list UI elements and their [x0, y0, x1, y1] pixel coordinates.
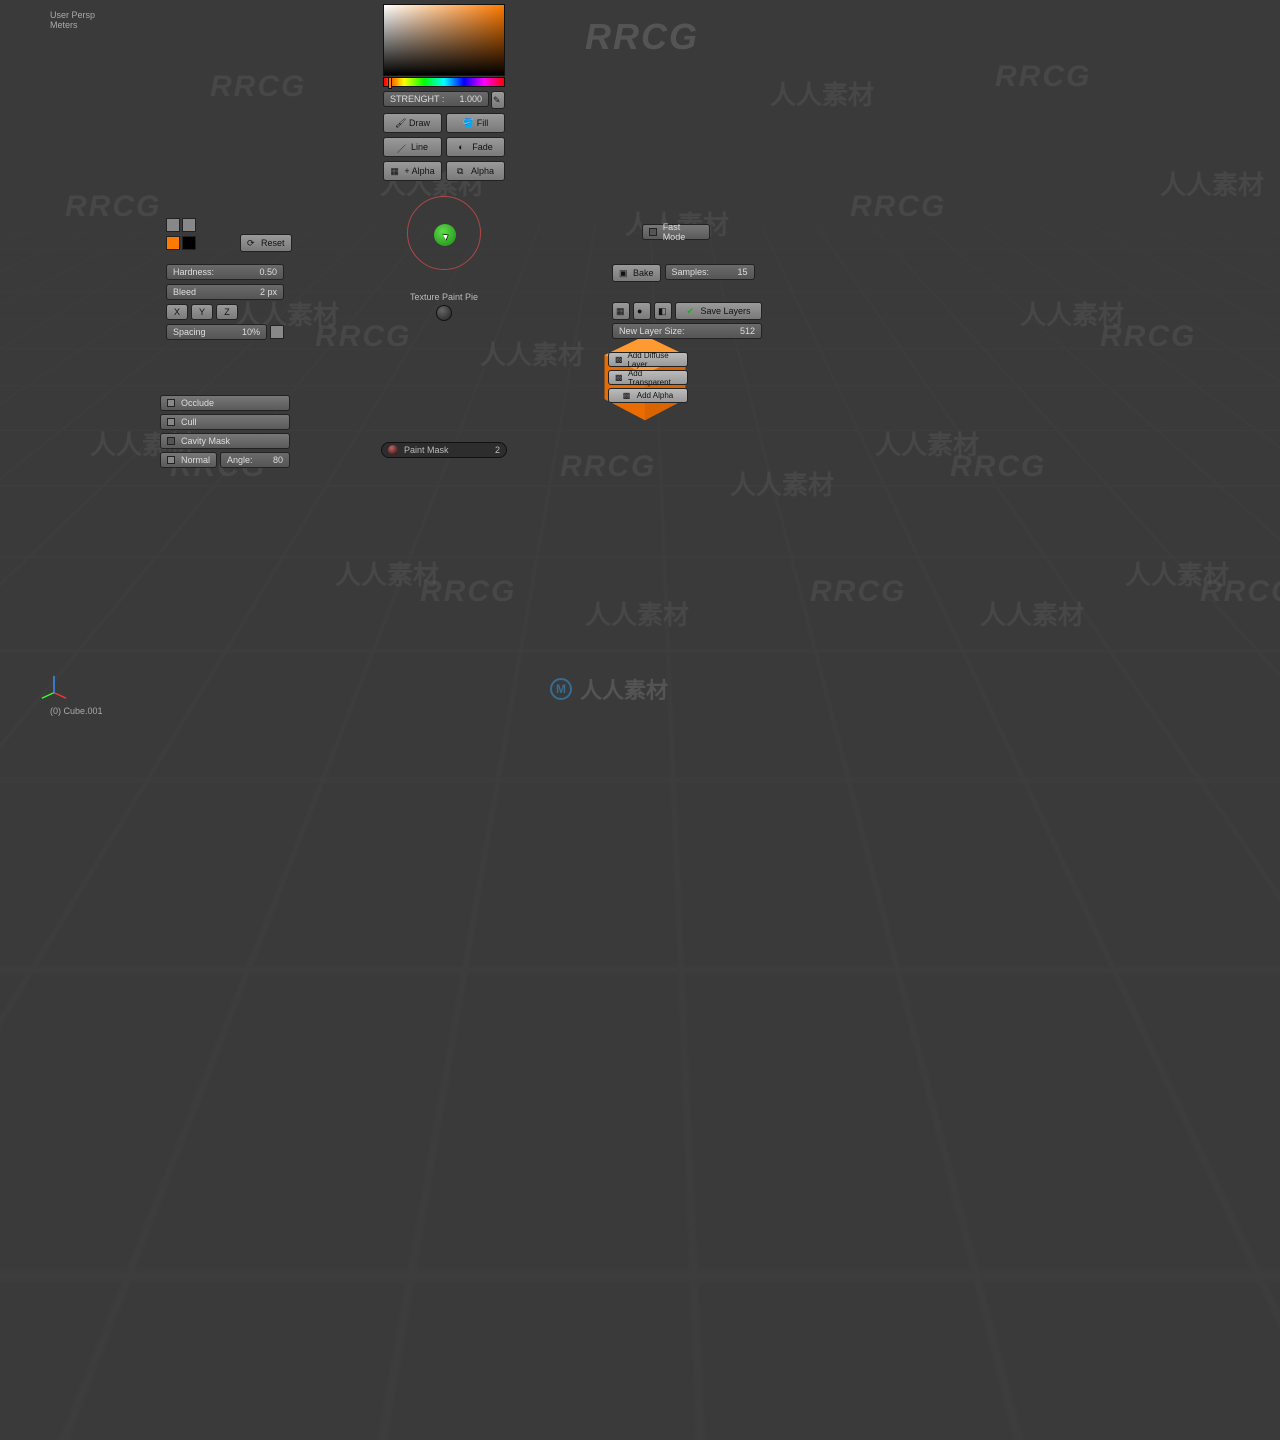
plus-alpha-button[interactable]: ▦+ Alpha: [383, 161, 442, 181]
line-tool-button[interactable]: ／Line: [383, 137, 442, 157]
add-transparent-layer-button[interactable]: ▩Add Transparent: [608, 370, 688, 385]
site-logo: M 人人素材: [550, 673, 668, 705]
mirror-y-button[interactable]: Y: [191, 304, 213, 320]
angle-slider[interactable]: Angle: 80: [220, 452, 290, 468]
cavity-mask-checkbox[interactable]: Cavity Mask: [160, 433, 290, 449]
bleed-slider[interactable]: Bleed 2 px: [166, 284, 284, 300]
watermark-cn: 人人素材: [1160, 165, 1264, 202]
brush-icon: 🖌: [395, 118, 405, 128]
layer-icon-2-button[interactable]: ●: [633, 302, 651, 320]
strength-label: STRENGHT :: [390, 94, 444, 104]
paint-mask-selector[interactable]: Paint Mask 2: [381, 442, 507, 458]
layer-icon-1-button[interactable]: ▦: [612, 302, 630, 320]
spacing-slider[interactable]: Spacing 10%: [166, 324, 267, 340]
refresh-icon: ⟳: [247, 238, 257, 248]
stroke-mode-icon[interactable]: [166, 218, 180, 232]
color-hue-slider[interactable]: [383, 77, 505, 87]
active-object-label: (0) Cube.001: [50, 706, 103, 716]
add-diffuse-layer-button[interactable]: ▩Add Diffuse Layer: [608, 352, 688, 367]
cube-icon: ◧: [658, 306, 668, 316]
strength-value: 1.000: [459, 94, 482, 104]
viewport-perspective: User Persp: [50, 10, 95, 20]
texture-preview-sphere[interactable]: [436, 305, 452, 321]
add-alpha-layer-button[interactable]: ▩Add Alpha: [608, 388, 688, 403]
watermark-rrcg: RRCG: [210, 70, 306, 104]
bucket-icon: 🪣: [463, 118, 473, 128]
spacing-options-icon[interactable]: [270, 325, 284, 339]
logo-text: 人人素材: [580, 673, 668, 705]
fade-tool-button[interactable]: ◐Fade: [446, 137, 505, 157]
strength-slider[interactable]: STRENGHT : 1.000: [383, 91, 489, 107]
check-icon: ✔: [686, 306, 696, 316]
layer-icon-3-button[interactable]: ◧: [654, 302, 672, 320]
bake-icon: ▣: [619, 268, 629, 278]
draw-tool-button[interactable]: 🖌Draw: [383, 113, 442, 133]
color-sv-field[interactable]: [383, 4, 505, 76]
copy-icon: ⧉: [457, 166, 467, 176]
new-layer-size-slider[interactable]: New Layer Size: 512: [612, 323, 762, 339]
material-icon: [388, 445, 398, 455]
normal-checkbox[interactable]: Normal: [160, 452, 217, 468]
alpha-icon: ▦: [390, 166, 400, 176]
sphere-icon: ◐: [458, 142, 468, 152]
fill-tool-button[interactable]: 🪣Fill: [446, 113, 505, 133]
hardness-slider[interactable]: Hardness: 0.50: [166, 264, 284, 280]
color-picker-panel: STRENGHT : 1.000 ✎ 🖌Draw 🪣Fill ／Line ◐Fa…: [383, 4, 505, 181]
line-icon: ／: [397, 142, 407, 152]
checker-icon: ▩: [623, 391, 633, 401]
foreground-color-swatch[interactable]: [166, 236, 180, 250]
alpha-button[interactable]: ⧉Alpha: [446, 161, 505, 181]
viewport-units: Meters: [50, 20, 95, 30]
mirror-z-button[interactable]: Z: [216, 304, 238, 320]
cull-checkbox[interactable]: Cull: [160, 414, 290, 430]
fast-mode-checkbox[interactable]: Fast Mode: [642, 224, 710, 240]
checker-icon: ▩: [615, 355, 623, 365]
logo-icon: M: [550, 678, 572, 700]
pressure-toggle-button[interactable]: ✎: [491, 91, 505, 109]
axis-gizmo: [40, 674, 68, 702]
watermark-rrcg: RRCG: [850, 190, 946, 224]
watermark-rrcg: RRCG: [585, 16, 699, 58]
watermark-rrcg: RRCG: [65, 190, 161, 224]
watermark-cn: 人人素材: [770, 75, 874, 112]
samples-slider[interactable]: Samples: 15: [665, 264, 755, 280]
watermark-rrcg: RRCG: [995, 60, 1091, 94]
pen-pressure-icon: ✎: [493, 95, 503, 105]
mirror-x-button[interactable]: X: [166, 304, 188, 320]
background-color-swatch[interactable]: [182, 236, 196, 250]
viewport-info: User Persp Meters: [50, 10, 95, 30]
save-layers-button[interactable]: ✔ Save Layers: [675, 302, 762, 320]
checker-icon: ▩: [615, 373, 624, 383]
stroke-mode-icon-2[interactable]: [182, 218, 196, 232]
bake-button[interactable]: ▣ Bake: [612, 264, 661, 282]
occlude-checkbox[interactable]: Occlude: [160, 395, 290, 411]
sphere-icon: ●: [637, 306, 647, 316]
reset-button[interactable]: ⟳ Reset: [240, 234, 292, 252]
texture-paint-pie-label: Texture Paint Pie: [400, 292, 488, 302]
grid-icon: ▦: [616, 306, 626, 316]
